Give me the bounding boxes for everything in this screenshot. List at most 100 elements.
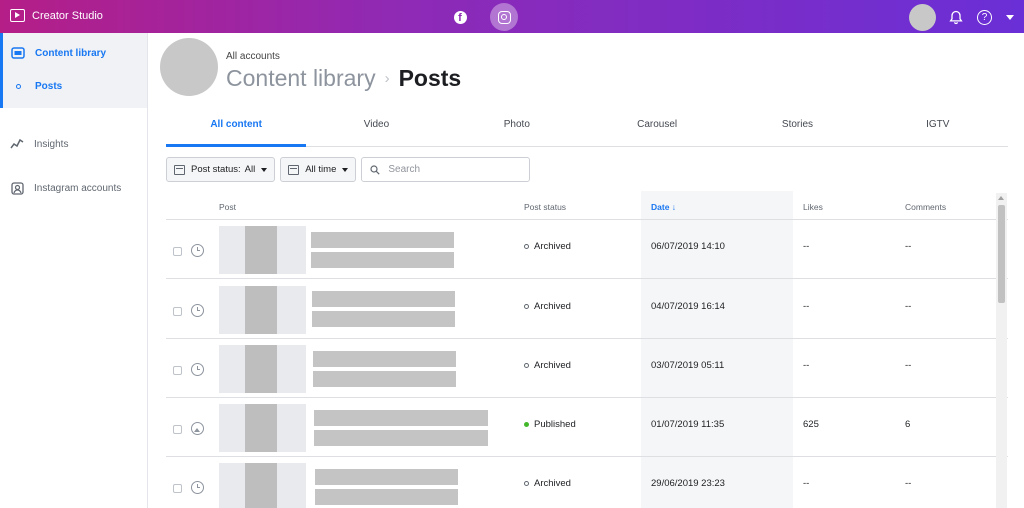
ring-dot-icon [11, 79, 25, 93]
post-thumbnail[interactable] [219, 286, 306, 334]
post-caption-placeholder [314, 410, 488, 426]
post-date: 03/07/2019 05:11 [651, 360, 725, 371]
row-checkbox[interactable] [173, 425, 182, 434]
instagram-accounts-icon [10, 181, 24, 195]
table-row[interactable]: Archived 04/07/2019 16:14 -- -- [166, 280, 1008, 339]
column-header-comments[interactable]: Comments [905, 202, 946, 212]
post-comments: -- [905, 301, 912, 312]
status-badge: Archived [524, 241, 571, 252]
photo-icon [191, 422, 204, 435]
facebook-icon: f [453, 10, 467, 24]
instagram-icon [497, 10, 511, 24]
sidebar-item-label: Posts [35, 80, 63, 92]
sidebar-item-posts[interactable]: Posts [3, 73, 147, 99]
status-badge: Published [524, 419, 576, 430]
tab-carousel[interactable]: Carousel [587, 110, 727, 146]
post-thumbnail[interactable] [219, 463, 306, 508]
status-badge: Archived [524, 478, 571, 489]
scroll-up-arrow-icon[interactable] [998, 196, 1004, 200]
post-likes: -- [803, 478, 810, 489]
status-badge: Archived [524, 360, 571, 371]
tab-photo[interactable]: Photo [447, 110, 587, 146]
dropdown-arrow-icon [261, 167, 268, 172]
post-thumbnail[interactable] [219, 345, 306, 393]
main-content: All accounts Content library › Posts All… [148, 33, 1024, 508]
column-header-date[interactable]: Date ↓ [651, 202, 676, 212]
filter-bar: Post status: All All time [166, 157, 531, 182]
post-date: 06/07/2019 14:10 [651, 241, 725, 252]
scrollbar-thumb[interactable] [998, 205, 1005, 303]
post-comments: -- [905, 241, 912, 252]
post-caption-placeholder [312, 291, 455, 307]
row-checkbox[interactable] [173, 484, 182, 493]
tab-stories[interactable]: Stories [727, 110, 867, 146]
clock-icon [191, 244, 204, 257]
app-name: Creator Studio [32, 9, 103, 22]
content-library-icon [11, 46, 25, 60]
row-checkbox[interactable] [173, 247, 182, 256]
post-caption-placeholder [314, 430, 488, 446]
table-scrollbar[interactable] [996, 193, 1007, 508]
post-date: 04/07/2019 16:14 [651, 301, 725, 312]
table-row[interactable]: Archived 03/07/2019 05:11 -- -- [166, 339, 1008, 398]
creator-studio-icon [10, 9, 25, 22]
sidebar-active-section: Content library Posts [0, 33, 147, 108]
status-dot-icon [524, 363, 529, 368]
account-label[interactable]: All accounts [226, 51, 280, 62]
search-box [361, 157, 531, 182]
bell-icon[interactable] [949, 10, 963, 25]
clock-icon [191, 481, 204, 494]
creator-studio-home-link[interactable]: Creator Studio [10, 9, 103, 22]
breadcrumb-content-library[interactable]: Content library [226, 65, 376, 92]
post-comments: -- [905, 360, 912, 371]
post-status-label: Post status: [191, 164, 241, 175]
sidebar-item-insights[interactable]: Insights [0, 122, 147, 166]
sidebar: Content library Posts Insights Instagram… [0, 33, 148, 508]
sidebar-item-instagram-accounts[interactable]: Instagram accounts [0, 166, 147, 210]
caret-down-icon[interactable] [1006, 15, 1014, 20]
post-likes: -- [803, 241, 810, 252]
post-status-value: All [244, 164, 256, 175]
post-caption-placeholder [313, 351, 456, 367]
facebook-platform-button[interactable]: f [446, 3, 474, 31]
post-comments: -- [905, 478, 912, 489]
search-input[interactable] [388, 164, 519, 175]
breadcrumb-posts: Posts [398, 65, 462, 91]
table-row[interactable]: Archived 06/07/2019 14:10 -- -- [166, 220, 1008, 279]
post-comments: 6 [905, 419, 911, 430]
column-header-likes[interactable]: Likes [803, 202, 823, 212]
clock-icon [191, 363, 204, 376]
table-row[interactable]: Published 01/07/2019 11:35 625 6 [166, 398, 1008, 457]
time-range-filter[interactable]: All time [280, 157, 357, 182]
column-header-post-status: Post status [524, 202, 567, 212]
search-icon [370, 164, 380, 175]
status-badge: Archived [524, 301, 571, 312]
post-date: 01/07/2019 11:35 [651, 419, 725, 430]
tab-igtv[interactable]: IGTV [868, 110, 1008, 146]
row-checkbox[interactable] [173, 366, 182, 375]
sidebar-item-label: Instagram accounts [34, 182, 122, 194]
account-avatar [160, 38, 218, 96]
post-thumbnail[interactable] [219, 404, 306, 452]
tab-all-content[interactable]: All content [166, 110, 307, 147]
post-caption-placeholder [312, 311, 455, 327]
time-range-value: All time [305, 164, 337, 175]
status-dot-icon [524, 481, 529, 486]
page-title: Content library › Posts [226, 65, 461, 92]
row-checkbox[interactable] [173, 307, 182, 316]
table-header: Post Post status Date ↓ Likes Comments [166, 191, 1008, 220]
top-bar: Creator Studio f ? [0, 0, 1024, 33]
sidebar-item-content-library[interactable]: Content library [3, 33, 147, 73]
instagram-platform-button[interactable] [490, 3, 518, 31]
post-caption-placeholder [315, 469, 458, 485]
insights-icon [10, 137, 24, 151]
tab-video[interactable]: Video [306, 110, 446, 146]
user-avatar[interactable] [909, 4, 936, 31]
post-status-icon [174, 164, 185, 175]
post-likes: 625 [803, 419, 819, 430]
help-icon[interactable]: ? [977, 10, 992, 25]
post-status-filter[interactable]: Post status: All [166, 157, 276, 182]
table-row[interactable]: Archived 29/06/2019 23:23 -- -- [166, 457, 1008, 508]
post-thumbnail[interactable] [219, 226, 306, 274]
content-tabs: All content Video Photo Carousel Stories… [166, 110, 1008, 147]
